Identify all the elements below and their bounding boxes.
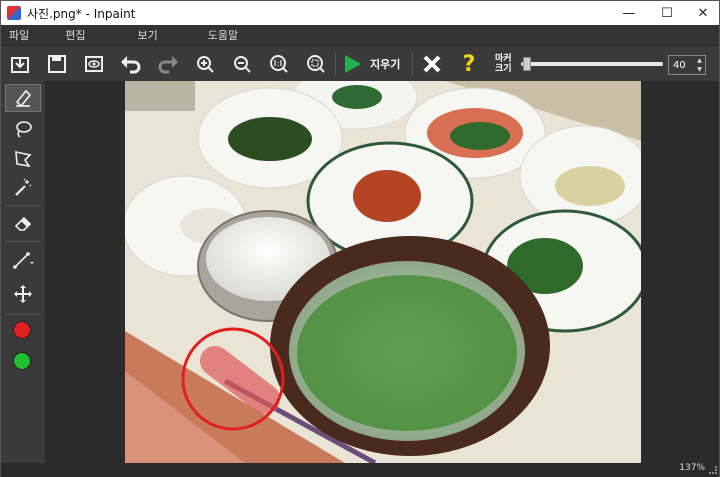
- menu-file[interactable]: 파일: [2, 27, 36, 43]
- zoom-out-button[interactable]: [229, 52, 255, 76]
- status-bar: 137%: [1, 463, 719, 477]
- zoom-level: 137%: [679, 463, 705, 473]
- save-icon: [48, 55, 66, 73]
- zoom-fit-icon: [307, 55, 325, 73]
- menu-bar: 파일 편집 보기 도움말: [1, 25, 719, 45]
- line-icon: [13, 252, 34, 269]
- window-title: 사진.png* - Inpaint: [27, 6, 136, 21]
- korean-meal-photo: [125, 81, 641, 463]
- zoom-fit-button[interactable]: [303, 52, 329, 76]
- sidebar-separator: [5, 241, 41, 242]
- maximize-icon: ☐: [661, 5, 673, 21]
- title-bar: 사진.png* - Inpaint — ☐ ✕: [1, 1, 719, 25]
- menu-view[interactable]: 보기: [131, 27, 165, 43]
- redo-button[interactable]: [155, 52, 181, 76]
- line-tool-button[interactable]: [5, 246, 41, 274]
- toolbar: 지우기 ? 마커 크기 40 ▲ ▼: [1, 45, 719, 81]
- move-tool-button[interactable]: [5, 280, 41, 308]
- open-file-icon: [11, 57, 29, 73]
- eraser-tool-button[interactable]: [5, 209, 41, 237]
- sidebar-separator: [5, 314, 41, 315]
- move-arrows-icon: [14, 285, 32, 303]
- lasso-tool-button[interactable]: [5, 115, 41, 143]
- eraser-icon: [14, 216, 32, 231]
- magic-wand-tool-button[interactable]: [5, 174, 41, 202]
- marker-tool-button[interactable]: [5, 84, 41, 112]
- marker-size-slider-handle[interactable]: [523, 57, 531, 71]
- polygon-lasso-tool-button[interactable]: [5, 145, 41, 173]
- undo-button[interactable]: [118, 52, 144, 76]
- app-window: 사진.png* - Inpaint — ☐ ✕ 파일 편집 보기 도움말 지우기…: [0, 0, 720, 477]
- save-button[interactable]: [44, 52, 70, 76]
- zoom-actual-size-icon: [270, 55, 288, 73]
- marker-size-label-line2: 크기: [495, 64, 512, 74]
- tool-sidebar: [1, 81, 45, 463]
- close-icon: ✕: [697, 5, 709, 21]
- zoom-actual-button[interactable]: [266, 52, 292, 76]
- magic-wand-icon: [15, 178, 32, 196]
- help-question-icon: ?: [462, 51, 476, 77]
- open-button[interactable]: [7, 52, 33, 76]
- zoom-in-button[interactable]: [192, 52, 218, 76]
- marker-size-slider[interactable]: [521, 62, 663, 66]
- marker-size-value: 40: [673, 59, 686, 71]
- menu-help[interactable]: 도움말: [201, 27, 245, 43]
- close-button[interactable]: ✕: [685, 1, 720, 25]
- toolbar-separator: [335, 52, 336, 76]
- polygon-lasso-icon: [15, 150, 32, 168]
- marker-pen-icon: [15, 89, 32, 108]
- zoom-out-icon: [234, 56, 251, 73]
- red-marker-color-swatch[interactable]: [13, 321, 31, 339]
- preview-icon: [85, 56, 103, 72]
- green-marker-color-swatch[interactable]: [13, 352, 31, 370]
- help-button[interactable]: ?: [456, 51, 482, 77]
- marker-size-label-line1: 마커: [495, 54, 512, 64]
- cancel-x-icon: [423, 55, 441, 73]
- menu-edit[interactable]: 편집: [58, 27, 92, 43]
- maximize-button[interactable]: ☐: [649, 1, 685, 25]
- erase-run-label: 지우기: [370, 58, 401, 71]
- minimize-button[interactable]: —: [611, 1, 647, 25]
- zoom-in-icon: [197, 56, 214, 73]
- lasso-icon: [16, 121, 32, 138]
- cancel-button[interactable]: [419, 52, 445, 76]
- app-icon: [7, 6, 21, 20]
- sidebar-separator: [5, 205, 41, 206]
- marker-size-spinbox[interactable]: 40 ▲ ▼: [668, 55, 706, 75]
- marker-size-label: 마커 크기: [495, 54, 519, 74]
- resize-grip-icon[interactable]: [709, 466, 717, 474]
- spin-arrows-icon[interactable]: ▲ ▼: [695, 56, 704, 74]
- minimize-icon: —: [622, 5, 636, 21]
- undo-icon: [121, 56, 141, 74]
- preview-button[interactable]: [81, 52, 107, 76]
- image-canvas[interactable]: [125, 81, 641, 463]
- toolbar-separator: [412, 52, 413, 76]
- play-icon: [345, 55, 361, 73]
- redo-icon: [158, 56, 178, 74]
- erase-run-button[interactable]: 지우기: [342, 52, 400, 76]
